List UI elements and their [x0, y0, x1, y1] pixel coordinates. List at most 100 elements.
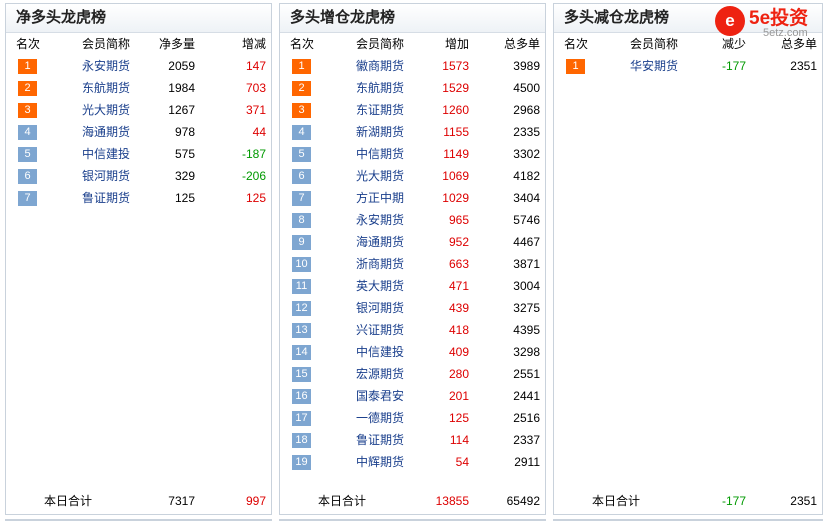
- member-name-link[interactable]: 永安期货: [82, 55, 130, 77]
- member-name-link[interactable]: 华安期货: [630, 55, 678, 77]
- rank-badge: 17: [292, 411, 311, 426]
- rank-badge: 13: [292, 323, 311, 338]
- table-row: 8 永安期货 965 5746: [280, 209, 545, 231]
- value-secondary: 44: [252, 125, 266, 139]
- long-decrease-panel: 多头减仓龙虎榜 名次 会员简称 减少 总多单 1 华安期货 -177 2351 本日合…: [553, 3, 823, 515]
- table-row: 4 新湖期货 1155 2335: [280, 121, 545, 143]
- rank-badge: 11: [292, 279, 311, 294]
- member-name-link[interactable]: 鲁证期货: [82, 187, 130, 209]
- member-name-link[interactable]: 东航期货: [82, 77, 130, 99]
- footer-total-decrease: -177: [721, 494, 746, 508]
- member-name-link[interactable]: 中辉期货: [356, 451, 404, 473]
- member-name-link[interactable]: 一德期货: [356, 407, 404, 429]
- rank-badge: 6: [292, 169, 311, 184]
- table-row: 16 国泰君安 201 2441: [280, 385, 545, 407]
- member-name-link[interactable]: 永安期货: [356, 209, 404, 231]
- header-increase: 增加: [444, 37, 469, 51]
- 5e-logo-icon: e: [715, 6, 745, 36]
- value-secondary: -206: [241, 169, 266, 183]
- value-secondary: 2968: [513, 103, 540, 117]
- table-row: 15 宏源期货 280 2551: [280, 363, 545, 385]
- table-footer: 本日合计 7317 997: [6, 490, 271, 512]
- member-name-link[interactable]: 光大期货: [82, 99, 130, 121]
- table-row: 18 鲁证期货 114 2337: [280, 429, 545, 451]
- value-secondary: 2551: [513, 367, 540, 381]
- value-primary: 280: [448, 367, 469, 381]
- value-primary: 125: [174, 191, 195, 205]
- table-row: 12 银河期货 439 3275: [280, 297, 545, 319]
- member-name-link[interactable]: 中信建投: [82, 143, 130, 165]
- value-secondary: 3871: [513, 257, 540, 271]
- member-name-link[interactable]: 银河期货: [82, 165, 130, 187]
- value-primary: 1029: [442, 191, 469, 205]
- table-row: 10 浙商期货 663 3871: [280, 253, 545, 275]
- header-rank: 名次: [564, 37, 589, 51]
- member-name-link[interactable]: 光大期货: [356, 165, 404, 187]
- value-primary: 125: [448, 411, 469, 425]
- rank-badge: 1: [566, 59, 585, 74]
- member-name-link[interactable]: 方正中期: [356, 187, 404, 209]
- net-long-panel: 净多头龙虎榜 名次 会员简称 净多量 增减 1 永安期货 2059 147 2 东航期货 1…: [5, 3, 272, 515]
- value-primary: 978: [174, 125, 195, 139]
- table-body: 1 徽商期货 1573 3989 2 东航期货 1529 4500 3 东证期货 1260 2968 4…: [280, 55, 545, 473]
- value-primary: 965: [448, 213, 469, 227]
- rank-badge: 18: [292, 433, 311, 448]
- value-secondary: 3275: [513, 301, 540, 315]
- value-primary: 1984: [168, 81, 195, 95]
- table-row: 1 徽商期货 1573 3989: [280, 55, 545, 77]
- member-name-link[interactable]: 宏源期货: [356, 363, 404, 385]
- member-name-link[interactable]: 鲁证期货: [356, 429, 404, 451]
- rank-badge: 1: [292, 59, 311, 74]
- member-name-link[interactable]: 兴证期货: [356, 319, 404, 341]
- long-increase-panel: 多头增仓龙虎榜 名次 会员简称 增加 总多单 1 徽商期货 1573 3989 2 东航期…: [279, 3, 546, 515]
- rank-badge: 14: [292, 345, 311, 360]
- table-row: 6 银河期货 329 -206: [6, 165, 271, 187]
- value-secondary: 2335: [513, 125, 540, 139]
- member-name-link[interactable]: 徽商期货: [356, 55, 404, 77]
- value-secondary: 3989: [513, 59, 540, 73]
- table-body: 1 华安期货 -177 2351: [554, 55, 822, 77]
- value-secondary: 703: [245, 81, 266, 95]
- logo-text: 5e投资: [749, 8, 809, 29]
- value-secondary: 125: [245, 191, 266, 205]
- rank-badge: 5: [292, 147, 311, 162]
- rank-badge: 15: [292, 367, 311, 382]
- member-name-link[interactable]: 浙商期货: [356, 253, 404, 275]
- table-row: 19 中辉期货 54 2911: [280, 451, 545, 473]
- value-secondary: 371: [245, 103, 266, 117]
- member-name-link[interactable]: 海通期货: [356, 231, 404, 253]
- next-panels-edge: [0, 517, 829, 523]
- header-member: 会员简称: [630, 37, 679, 51]
- rank-badge: 8: [292, 213, 311, 228]
- table-row: 17 一德期货 125 2516: [280, 407, 545, 429]
- table-body: 1 永安期货 2059 147 2 东航期货 1984 703 3 光大期货 1267 371 4 海通期…: [6, 55, 271, 209]
- footer-label: 本日合计: [318, 494, 367, 508]
- value-secondary: 4182: [513, 169, 540, 183]
- footer-label: 本日合计: [592, 494, 641, 508]
- member-name-link[interactable]: 新湖期货: [356, 121, 404, 143]
- member-name-link[interactable]: 东证期货: [356, 99, 404, 121]
- member-name-link[interactable]: 国泰君安: [356, 385, 404, 407]
- member-name-link[interactable]: 银河期货: [356, 297, 404, 319]
- rank-badge: 5: [18, 147, 37, 162]
- footer-total-change: 997: [245, 494, 266, 508]
- value-primary: 329: [174, 169, 195, 183]
- value-secondary: 5746: [513, 213, 540, 227]
- table-row: 5 中信期货 1149 3302: [280, 143, 545, 165]
- member-name-link[interactable]: 海通期货: [82, 121, 130, 143]
- value-primary: -177: [721, 59, 746, 73]
- member-name-link[interactable]: 英大期货: [356, 275, 404, 297]
- member-name-link[interactable]: 中信期货: [356, 143, 404, 165]
- value-secondary: 147: [245, 59, 266, 73]
- rank-badge: 9: [292, 235, 311, 250]
- panel-title: 净多头龙虎榜: [6, 4, 271, 33]
- footer-label: 本日合计: [44, 494, 93, 508]
- value-primary: 1529: [442, 81, 469, 95]
- table-row: 7 方正中期 1029 3404: [280, 187, 545, 209]
- value-primary: 54: [455, 455, 469, 469]
- site-logo[interactable]: e 5e投资 5etz.com: [715, 2, 825, 42]
- table-row: 4 海通期货 978 44: [6, 121, 271, 143]
- member-name-link[interactable]: 东航期货: [356, 77, 404, 99]
- value-primary: 1267: [168, 103, 195, 117]
- member-name-link[interactable]: 中信建投: [356, 341, 404, 363]
